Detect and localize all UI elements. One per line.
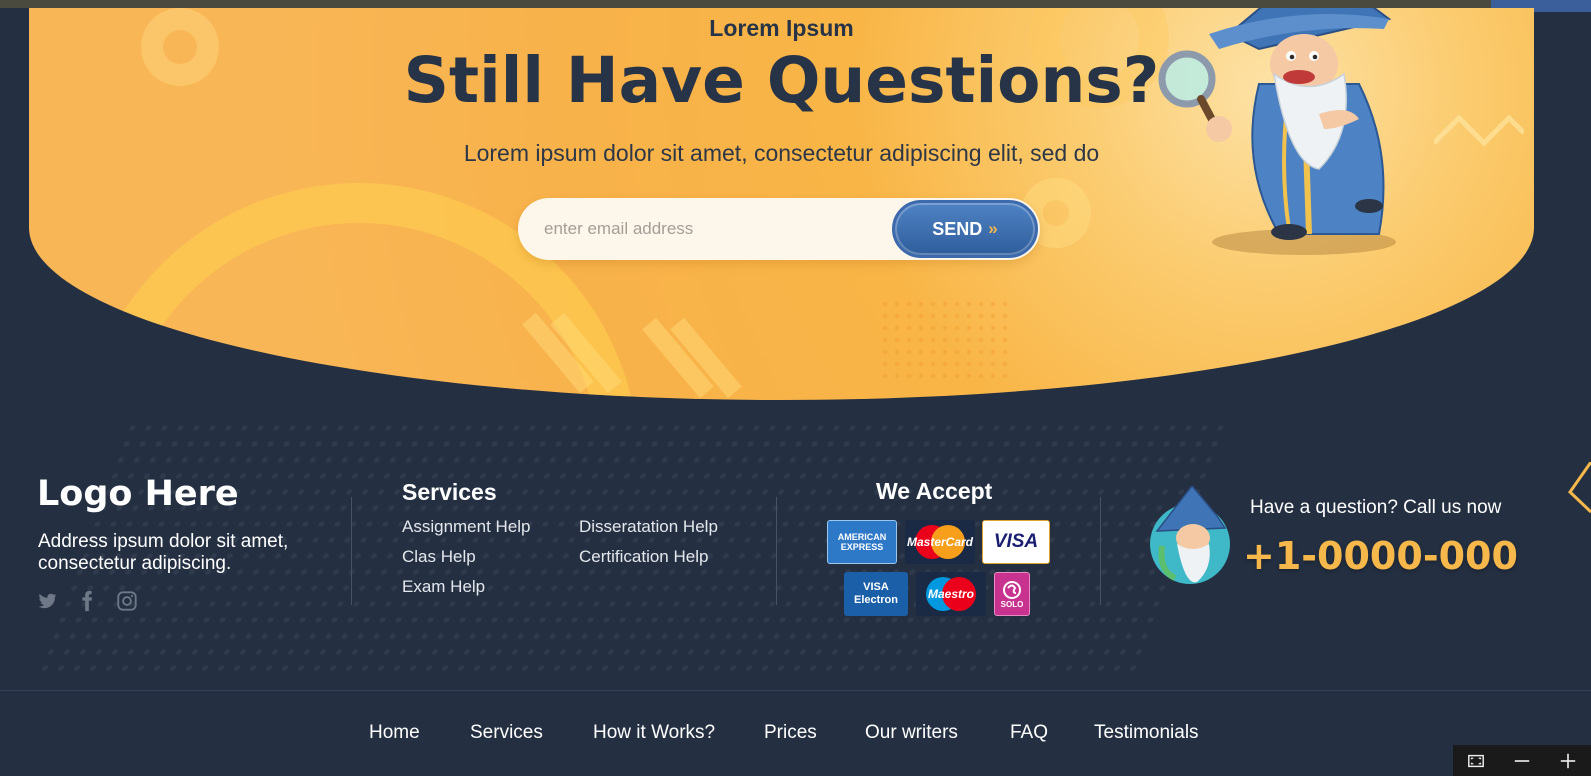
footer-divider: [776, 497, 777, 605]
send-button[interactable]: SEND »: [892, 200, 1038, 258]
maestro-card-logo: Maestro: [916, 572, 986, 616]
instagram-icon[interactable]: [116, 590, 138, 612]
footer-separator: [0, 690, 1591, 691]
footer-logo[interactable]: Logo Here: [37, 474, 239, 514]
nav-testimonials[interactable]: Testimonials: [1094, 722, 1199, 744]
solo-card-logo: SOLO: [994, 572, 1030, 616]
wizard-mascot-image: [1158, 8, 1396, 255]
call-us-label: Have a question? Call us now: [1250, 497, 1502, 518]
footer-divider: [351, 497, 352, 605]
service-link-exam-help[interactable]: Exam Help: [402, 577, 485, 597]
service-link-class-help[interactable]: Clas Help: [402, 547, 476, 567]
fit-screen-icon[interactable]: [1465, 750, 1487, 772]
twitter-icon[interactable]: [36, 590, 58, 612]
service-link-certification-help[interactable]: Certification Help: [579, 547, 708, 567]
nav-our-writers[interactable]: Our writers: [865, 722, 958, 744]
nav-home[interactable]: Home: [369, 722, 420, 744]
zoom-controls: [1453, 745, 1591, 776]
footer-divider: [1100, 497, 1101, 605]
decor-dots: [879, 298, 1009, 378]
support-wizard-avatar: [1150, 486, 1230, 584]
phone-number-link[interactable]: +1-0000-000: [1243, 534, 1518, 578]
nav-prices[interactable]: Prices: [764, 722, 817, 744]
we-accept-heading: We Accept: [876, 478, 993, 504]
nav-faq[interactable]: FAQ: [1010, 722, 1048, 744]
services-heading: Services: [402, 479, 497, 505]
nav-how-it-works[interactable]: How it Works?: [593, 722, 715, 744]
service-link-dissertation-help[interactable]: Disseratation Help: [579, 517, 718, 537]
social-links: [36, 590, 138, 612]
facebook-icon[interactable]: [76, 590, 98, 612]
visa-card-logo: VISA: [982, 520, 1050, 564]
email-input[interactable]: [544, 198, 874, 260]
zoom-out-icon[interactable]: [1511, 750, 1533, 772]
send-label: SEND: [932, 218, 983, 239]
cta-section: Lorem Ipsum Still Have Questions? Lorem …: [29, 8, 1534, 400]
zoom-in-icon[interactable]: [1557, 750, 1579, 772]
amex-card-logo: AMERICAN EXPRESS: [827, 520, 897, 564]
top-bar: [0, 0, 1591, 8]
visa-electron-card-logo: VISA Electron: [844, 572, 908, 616]
mastercard-logo: MasterCard: [905, 520, 975, 564]
double-chevron-right-icon: »: [988, 219, 998, 238]
edge-decor-shape: [1568, 462, 1591, 514]
service-link-assignment-help[interactable]: Assignment Help: [402, 517, 531, 537]
footer-address: Address ipsum dolor sit amet, consectetu…: [38, 531, 289, 574]
subscribe-form: SEND »: [518, 198, 1040, 260]
nav-services[interactable]: Services: [470, 722, 543, 744]
